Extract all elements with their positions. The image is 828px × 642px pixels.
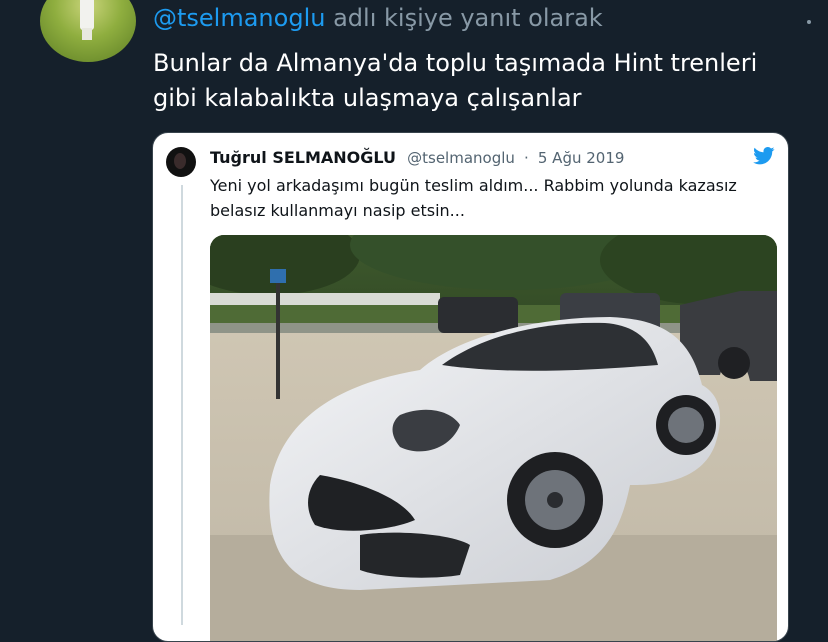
quoted-user-avatar[interactable]	[166, 147, 196, 177]
quoted-tweet-text: Yeni yol arkadaşımı bugün teslim aldım..…	[210, 176, 737, 220]
more-icon[interactable]	[806, 6, 824, 31]
quoted-tweet-header: Tuğrul SELMANOĞLU @tselmanoglu · 5 Ağu 2…	[210, 148, 624, 167]
quoted-user-name[interactable]: Tuğrul SELMANOĞLU	[210, 148, 396, 167]
user-avatar[interactable]	[40, 0, 136, 62]
quoted-tweet-date[interactable]: 5 Ağu 2019	[538, 149, 625, 167]
avatar-figure	[80, 0, 94, 40]
quoted-tweet-card[interactable]: Tuğrul SELMANOĞLU @tselmanoglu · 5 Ağu 2…	[152, 132, 789, 642]
reply-context: @tselmanoglu adlı kişiye yanıt olarak	[153, 4, 603, 32]
reply-suffix: adlı kişiye yanıt olarak	[333, 4, 603, 32]
car-photo[interactable]	[210, 235, 777, 641]
header-separator: ·	[524, 149, 529, 167]
thread-line	[181, 185, 183, 625]
quoted-user-handle: @tselmanoglu	[407, 149, 515, 167]
reply-mention-link[interactable]: @tselmanoglu	[153, 4, 325, 32]
twitter-bird-icon	[753, 147, 777, 167]
tweet-text: Bunlar da Almanya'da toplu taşımada Hint…	[153, 49, 758, 112]
